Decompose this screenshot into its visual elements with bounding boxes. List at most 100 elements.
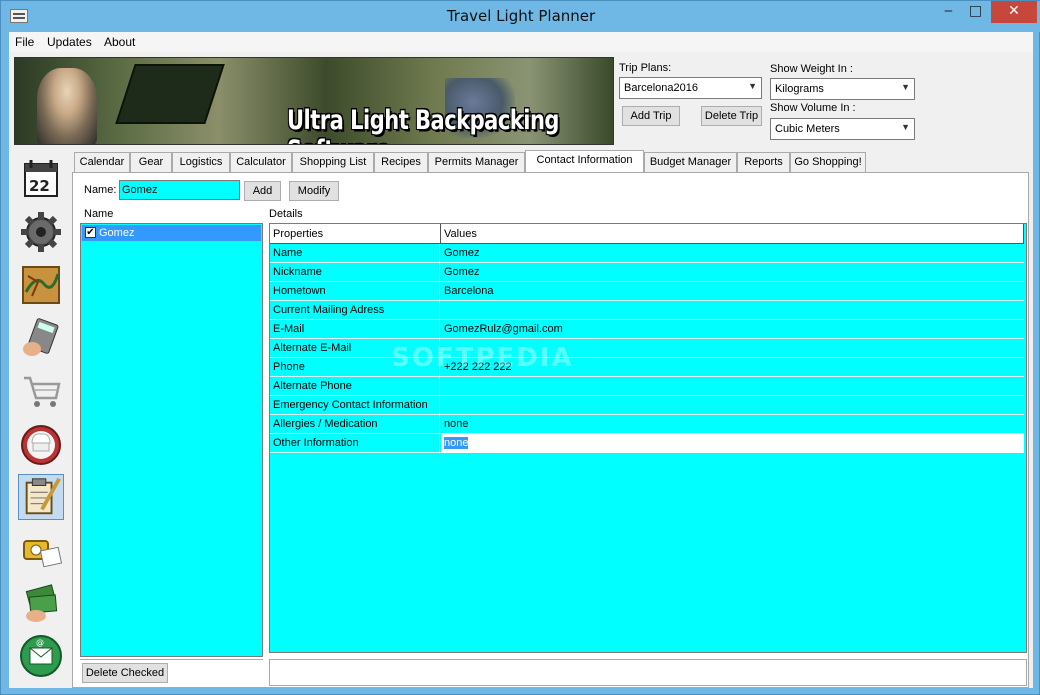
properties-column-header[interactable]: Properties bbox=[270, 224, 441, 244]
property-cell: Other Information bbox=[270, 434, 440, 453]
contact-list[interactable]: ✔ Gomez bbox=[80, 223, 263, 657]
weight-unit-value: Kilograms bbox=[775, 83, 824, 95]
tab-shopping-list[interactable]: Shopping List bbox=[292, 152, 374, 172]
add-contact-button[interactable]: Add bbox=[244, 181, 281, 201]
values-column-header[interactable]: Values bbox=[441, 224, 1024, 244]
property-cell: Emergency Contact Information bbox=[270, 396, 440, 415]
tab-logistics[interactable]: Logistics bbox=[172, 152, 230, 172]
property-cell: Nickname bbox=[270, 263, 440, 282]
table-row[interactable]: Hometown Barcelona bbox=[270, 282, 1024, 301]
property-cell: Alternate Phone bbox=[270, 377, 440, 396]
tab-calendar[interactable]: Calendar bbox=[74, 152, 130, 172]
client-area: File Updates About Ultra Light Backpacki… bbox=[9, 32, 1033, 688]
table-row[interactable]: E-Mail GomezRulz@gmail.com bbox=[270, 320, 1024, 339]
value-cell[interactable] bbox=[441, 301, 1024, 320]
trip-plans-value: Barcelona2016 bbox=[624, 82, 699, 94]
chevron-down-icon: ▼ bbox=[901, 82, 910, 92]
value-cell[interactable]: GomezRulz@gmail.com bbox=[441, 320, 1024, 339]
money-icon[interactable] bbox=[18, 580, 64, 626]
table-row[interactable]: Allergies / Medication none bbox=[270, 415, 1024, 434]
banner-title: Ultra Light Backpacking Software bbox=[287, 105, 559, 144]
property-cell: Phone bbox=[270, 358, 440, 377]
table-row[interactable]: Alternate E-Mail bbox=[270, 339, 1024, 358]
value-cell[interactable]: none bbox=[441, 415, 1024, 434]
volume-unit-select[interactable]: Cubic Meters ▼ bbox=[770, 118, 915, 140]
list-footer: Delete Checked bbox=[80, 659, 263, 686]
table-row[interactable]: Alternate Phone bbox=[270, 377, 1024, 396]
sidebar: 22 @ bbox=[13, 152, 69, 688]
table-row[interactable]: Current Mailing Adress bbox=[270, 301, 1024, 320]
tab-budget-manager[interactable]: Budget Manager bbox=[644, 152, 737, 172]
table-row[interactable]: Phone +222 222 222 bbox=[270, 358, 1024, 377]
property-cell: Alternate E-Mail bbox=[270, 339, 440, 358]
menu-about[interactable]: About bbox=[104, 35, 135, 49]
contact-list-header: Name bbox=[84, 208, 114, 220]
calendar-icon[interactable]: 22 bbox=[18, 156, 64, 202]
tab-gear[interactable]: Gear bbox=[130, 152, 172, 172]
chevron-down-icon: ▼ bbox=[901, 122, 910, 132]
details-grid[interactable]: Properties Values Name Gomez Nickname Go… bbox=[269, 223, 1027, 653]
banner-photo-person bbox=[37, 68, 97, 144]
calculator-icon[interactable] bbox=[18, 315, 64, 361]
menu-updates[interactable]: Updates bbox=[47, 35, 92, 49]
tab-contact-information[interactable]: Contact Information bbox=[525, 150, 644, 172]
delete-checked-button[interactable]: Delete Checked bbox=[82, 663, 168, 683]
name-input[interactable]: Gomez bbox=[119, 180, 240, 200]
menu-bar: File Updates About bbox=[9, 32, 1033, 52]
modify-contact-button[interactable]: Modify bbox=[289, 181, 339, 201]
map-icon[interactable] bbox=[18, 262, 64, 308]
menu-file[interactable]: File bbox=[15, 35, 34, 49]
table-row[interactable]: Name Gomez bbox=[270, 244, 1024, 263]
list-item[interactable]: ✔ Gomez bbox=[82, 225, 261, 241]
tab-reports[interactable]: Reports bbox=[737, 152, 790, 172]
phone-contact-icon[interactable] bbox=[18, 527, 64, 573]
show-volume-label: Show Volume In : bbox=[770, 102, 856, 114]
delete-trip-button[interactable]: Delete Trip bbox=[701, 106, 762, 126]
value-cell[interactable]: +222 222 222 bbox=[441, 358, 1024, 377]
close-button[interactable]: ✕ bbox=[991, 1, 1037, 23]
show-weight-label: Show Weight In : bbox=[770, 63, 853, 75]
table-row[interactable]: Nickname Gomez bbox=[270, 263, 1024, 282]
chevron-down-icon: ▼ bbox=[748, 81, 757, 91]
tab-strip: Calendar Gear Logistics Calculator Shopp… bbox=[72, 150, 1032, 172]
maximize-button[interactable]: □ bbox=[962, 1, 989, 23]
email-icon[interactable]: @ bbox=[18, 632, 64, 686]
gear-icon[interactable] bbox=[18, 209, 64, 255]
selected-value-text[interactable]: none bbox=[444, 437, 469, 449]
header-banner: Ultra Light Backpacking Software bbox=[14, 57, 614, 145]
tab-permits-manager[interactable]: Permits Manager bbox=[428, 152, 525, 172]
recipe-pot-icon[interactable] bbox=[18, 421, 64, 467]
minimize-button[interactable]: ‒ bbox=[935, 1, 962, 23]
weight-unit-select[interactable]: Kilograms ▼ bbox=[770, 78, 915, 100]
value-cell[interactable]: Gomez bbox=[441, 263, 1024, 282]
property-cell: E-Mail bbox=[270, 320, 440, 339]
value-cell[interactable] bbox=[441, 377, 1024, 396]
name-label: Name: bbox=[84, 184, 117, 196]
table-row[interactable]: Other Information none bbox=[270, 434, 1024, 453]
value-cell[interactable]: Barcelona bbox=[441, 282, 1024, 301]
trip-plans-select[interactable]: Barcelona2016 ▼ bbox=[619, 77, 762, 99]
shopping-cart-icon[interactable] bbox=[18, 368, 64, 414]
clipboard-icon[interactable] bbox=[18, 474, 64, 520]
tab-go-shopping[interactable]: Go Shopping! bbox=[790, 152, 866, 172]
value-cell-editing[interactable]: none bbox=[441, 434, 1024, 453]
value-cell[interactable] bbox=[441, 339, 1024, 358]
svg-text:@: @ bbox=[36, 638, 44, 647]
details-header: Details bbox=[269, 208, 303, 220]
checkbox[interactable]: ✔ bbox=[85, 227, 96, 238]
grid-header: Properties Values bbox=[270, 224, 1024, 244]
trip-plans-label: Trip Plans: bbox=[619, 62, 672, 74]
tab-calculator[interactable]: Calculator bbox=[230, 152, 292, 172]
value-cell[interactable] bbox=[441, 396, 1024, 415]
window-title: Travel Light Planner bbox=[446, 7, 596, 25]
value-cell[interactable]: Gomez bbox=[441, 244, 1024, 263]
property-cell: Allergies / Medication bbox=[270, 415, 440, 434]
title-bar[interactable]: Travel Light Planner ‒ □ ✕ bbox=[1, 1, 1040, 32]
list-item-label: Gomez bbox=[99, 227, 135, 239]
tab-recipes[interactable]: Recipes bbox=[374, 152, 428, 172]
table-row[interactable]: Emergency Contact Information bbox=[270, 396, 1024, 415]
add-trip-button[interactable]: Add Trip bbox=[622, 106, 680, 126]
property-cell: Hometown bbox=[270, 282, 440, 301]
property-cell: Current Mailing Adress bbox=[270, 301, 440, 320]
volume-unit-value: Cubic Meters bbox=[775, 123, 840, 135]
